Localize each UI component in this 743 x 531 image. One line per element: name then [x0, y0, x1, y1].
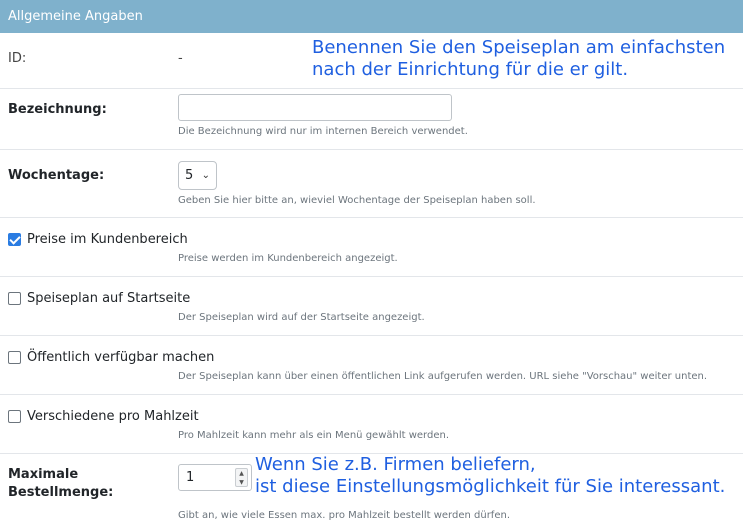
preise-label[interactable]: Preise im Kundenbereich [27, 232, 188, 247]
bezeichnung-help: Die Bezeichnung wird nur im internen Ber… [178, 126, 468, 137]
mahlzeit-row: Verschiedene pro Mahlzeit Pro Mahlzeit k… [0, 395, 743, 454]
oeffentlich-row: Öffentlich verfügbar machen Der Speisepl… [0, 336, 743, 395]
bestellmenge-input[interactable]: 1 ▲ ▼ [178, 464, 252, 491]
bezeichnung-row: Bezeichnung: Die Bezeichnung wird nur im… [0, 89, 743, 150]
mahlzeit-checkbox[interactable] [8, 410, 21, 423]
annotation-top-line1: Benennen Sie den Speiseplan am einfachst… [312, 37, 726, 58]
wochentage-help: Geben Sie hier bitte an, wieviel Wochent… [178, 195, 536, 206]
annotation-bottom: Wenn Sie z.B. Firmen beliefern, ist dies… [255, 454, 725, 498]
bestellmenge-value: 1 [186, 470, 195, 485]
preise-checkbox[interactable] [8, 233, 21, 246]
section-title: Allgemeine Angaben [8, 9, 143, 24]
startseite-row: Speiseplan auf Startseite Der Speiseplan… [0, 277, 743, 336]
bezeichnung-input[interactable] [178, 94, 452, 121]
bestellmenge-label-line1: Maximale [8, 467, 79, 482]
annotation-top-line2: nach der Einrichtung für die er gilt. [312, 59, 629, 80]
chevron-down-icon: ⌄ [201, 170, 210, 181]
mahlzeit-checkbox-wrap[interactable]: Verschiedene pro Mahlzeit [8, 409, 199, 424]
id-value: - [178, 51, 183, 66]
preise-row: Preise im Kundenbereich Preise werden im… [0, 218, 743, 277]
number-stepper-icon[interactable]: ▲ ▼ [235, 468, 248, 487]
startseite-help: Der Speiseplan wird auf der Startseite a… [178, 312, 425, 323]
preise-checkbox-wrap[interactable]: Preise im Kundenbereich [8, 232, 188, 247]
startseite-label[interactable]: Speiseplan auf Startseite [27, 291, 190, 306]
oeffentlich-help: Der Speiseplan kann über einen öffentlic… [178, 371, 708, 382]
bestellmenge-help: Gibt an, wie viele Essen max. pro Mahlze… [178, 510, 510, 521]
section-header: Allgemeine Angaben [0, 0, 743, 33]
bezeichnung-label: Bezeichnung: [8, 102, 107, 117]
mahlzeit-help: Pro Mahlzeit kann mehr als ein Menü gewä… [178, 430, 449, 441]
id-label: ID: [8, 51, 27, 66]
wochentage-label: Wochentage: [8, 168, 105, 183]
annotation-top: Benennen Sie den Speiseplan am einfachst… [312, 37, 725, 81]
startseite-checkbox-wrap[interactable]: Speiseplan auf Startseite [8, 291, 190, 306]
wochentage-selected: 5 [185, 168, 194, 183]
preise-help: Preise werden im Kundenbereich angezeigt… [178, 253, 398, 264]
oeffentlich-checkbox[interactable] [8, 351, 21, 364]
oeffentlich-checkbox-wrap[interactable]: Öffentlich verfügbar machen [8, 350, 214, 365]
wochentage-select[interactable]: 5 ⌄ [178, 161, 217, 190]
annotation-bottom-line2: ist diese Einstellungsmöglichkeit für Si… [255, 476, 726, 497]
wochentage-row: Wochentage: 5 ⌄ Geben Sie hier bitte an,… [0, 150, 743, 218]
mahlzeit-label[interactable]: Verschiedene pro Mahlzeit [27, 409, 199, 424]
bestellmenge-label-line2: Bestellmenge: [8, 485, 114, 500]
annotation-bottom-line1: Wenn Sie z.B. Firmen beliefern, [255, 454, 536, 475]
startseite-checkbox[interactable] [8, 292, 21, 305]
oeffentlich-label[interactable]: Öffentlich verfügbar machen [27, 350, 214, 365]
